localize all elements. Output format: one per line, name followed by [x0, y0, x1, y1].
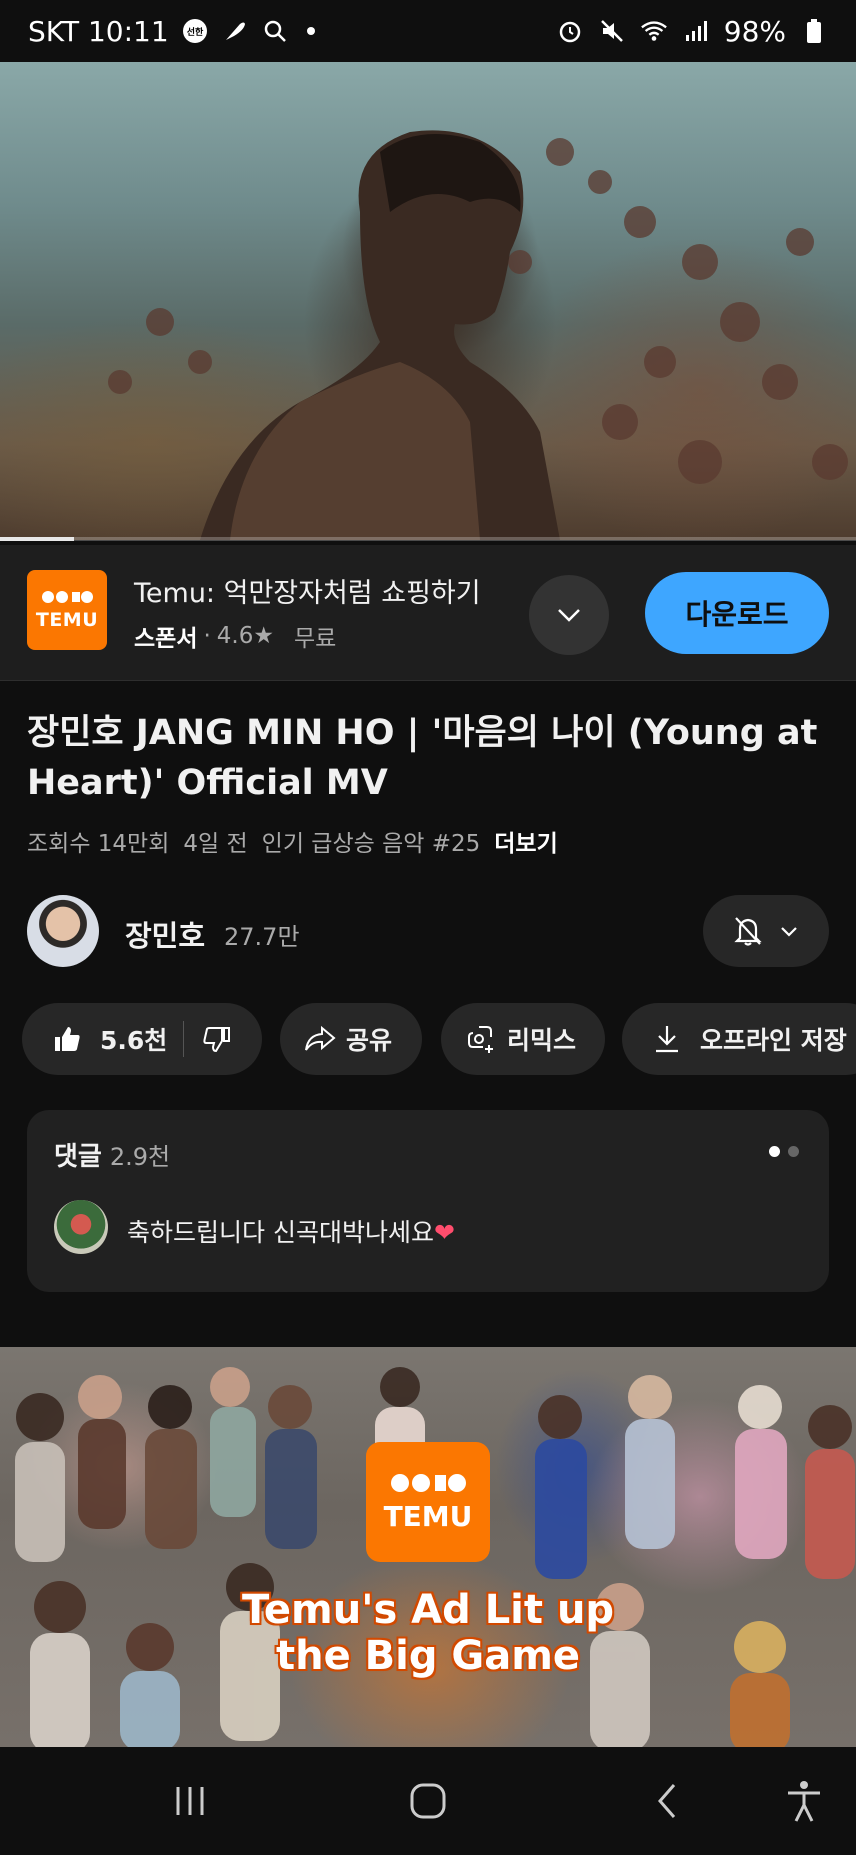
temu-logo-icon: [40, 589, 94, 609]
upload-age: 4일 전: [183, 831, 248, 857]
subscriber-count: 27.7만: [224, 923, 300, 951]
video-player[interactable]: [0, 62, 856, 540]
signal-icon: [682, 17, 710, 45]
heart-icon: ❤: [433, 1218, 455, 1247]
battery-icon: [800, 17, 828, 45]
comments-pager: [769, 1146, 799, 1157]
svg-text:선한: 선한: [186, 26, 203, 38]
back-button[interactable]: [638, 1777, 698, 1825]
recent-apps-button[interactable]: [160, 1777, 220, 1825]
promo-headline-line2: the Big Game: [275, 1633, 581, 1679]
pager-dot-active: [769, 1146, 780, 1157]
channel-row: 장민호 27.7만: [0, 895, 856, 967]
video-title[interactable]: 장민호 JANG MIN HO | '마음의 나이 (Young at Hear…: [27, 708, 832, 808]
feather-icon: [221, 17, 249, 45]
commenter-avatar: [54, 1200, 108, 1254]
comments-label: 댓글: [54, 1142, 102, 1172]
notification-dot-icon: [306, 27, 315, 35]
search-icon: [261, 17, 289, 45]
share-label: 공유: [346, 1026, 393, 1055]
video-frame: [108, 130, 848, 540]
promo-ad-video[interactable]: TEMU Temu's Ad Lit up the Big Game: [0, 1347, 856, 1747]
ad-banner[interactable]: TEMU Temu: 억만장자처럼 쇼핑하기 스폰서 · 4.6★ 무료 다운로…: [0, 545, 856, 681]
video-progress-fill: [0, 537, 75, 541]
comments-card[interactable]: 댓글 2.9천 축하드립니다 신곡대박나세요❤: [27, 1110, 829, 1292]
battery-percent: 98%: [723, 14, 786, 48]
system-nav-bar: [0, 1747, 856, 1855]
remix-icon: [468, 1026, 493, 1053]
more-button[interactable]: 더보기: [494, 824, 557, 858]
ad-title[interactable]: Temu: 억만장자처럼 쇼핑하기: [134, 571, 481, 610]
remix-button[interactable]: 리믹스: [441, 1003, 605, 1075]
comments-count: 2.9천: [109, 1143, 171, 1171]
ad-meta: 스폰서 · 4.6★ 무료: [134, 619, 336, 653]
thumbs-down-icon[interactable]: [202, 1024, 232, 1054]
recent-apps-icon: [176, 1787, 204, 1815]
chevron-down-icon: [558, 609, 580, 622]
wifi-icon: [640, 17, 668, 45]
back-icon: [658, 1784, 676, 1818]
temu-promo-logo-text: TEMU: [383, 1500, 473, 1533]
temu-logo-text: TEMU: [35, 609, 99, 631]
ad-expand-button[interactable]: [529, 575, 609, 655]
promo-headline-line1: Temu's Ad Lit up: [241, 1587, 615, 1633]
mute-icon: [598, 17, 626, 45]
thumbs-up-icon[interactable]: [52, 1024, 82, 1054]
video-progress-track[interactable]: [0, 537, 856, 541]
accessibility-button[interactable]: [774, 1777, 834, 1825]
pager-dot: [788, 1146, 799, 1157]
share-button[interactable]: 공유: [280, 1003, 422, 1075]
download-icon: [656, 1026, 678, 1053]
channel-avatar[interactable]: [27, 895, 99, 967]
channel-name[interactable]: 장민호: [125, 913, 205, 955]
like-count[interactable]: 5.6천: [100, 1021, 167, 1057]
temu-promo-logo: TEMU: [366, 1442, 490, 1562]
comments-header: 댓글 2.9천: [54, 1136, 170, 1173]
trending-rank: 인기 급상승 음악 #25: [261, 831, 481, 857]
download-button[interactable]: 다운로드: [645, 572, 829, 654]
accessibility-icon: [788, 1781, 820, 1822]
offline-label: 오프라인 저장: [700, 1026, 847, 1055]
alarm-icon: [556, 17, 584, 45]
home-button[interactable]: [398, 1777, 458, 1825]
remix-label: 리믹스: [507, 1026, 577, 1055]
app-rating: 4.6★: [216, 623, 274, 649]
top-comment: 축하드립니다 신곡대박나세요❤: [127, 1213, 455, 1249]
carrier-time: SKT 10:11: [28, 14, 169, 48]
share-icon: [305, 1025, 336, 1051]
temu-logo: TEMU: [27, 570, 107, 650]
like-divider: [183, 1021, 185, 1057]
view-count: 조회수 14만회: [27, 831, 170, 857]
bell-off-icon: [734, 917, 762, 946]
promo-headline: Temu's Ad Lit up the Big Game: [0, 1587, 856, 1679]
temu-logo-icon: [389, 1471, 467, 1500]
meta-separator: ·: [203, 623, 211, 649]
like-dislike-pill: 5.6천: [22, 1003, 262, 1075]
app-notification-icon: 선한: [181, 17, 209, 45]
top-comment-text: 축하드립니다 신곡대박나세요: [127, 1218, 434, 1247]
status-bar: SKT 10:11 선한 98%: [0, 0, 856, 62]
chevron-down-icon: [781, 927, 797, 937]
video-meta[interactable]: 조회수 14만회 4일 전 인기 급상승 음악 #25 더보기: [27, 824, 558, 858]
app-price: 무료: [294, 626, 337, 652]
offline-save-button[interactable]: 오프라인 저장: [622, 1003, 856, 1075]
home-icon: [410, 1783, 446, 1819]
notification-settings-button[interactable]: [703, 895, 829, 967]
sponsor-label: 스폰서: [134, 626, 198, 652]
